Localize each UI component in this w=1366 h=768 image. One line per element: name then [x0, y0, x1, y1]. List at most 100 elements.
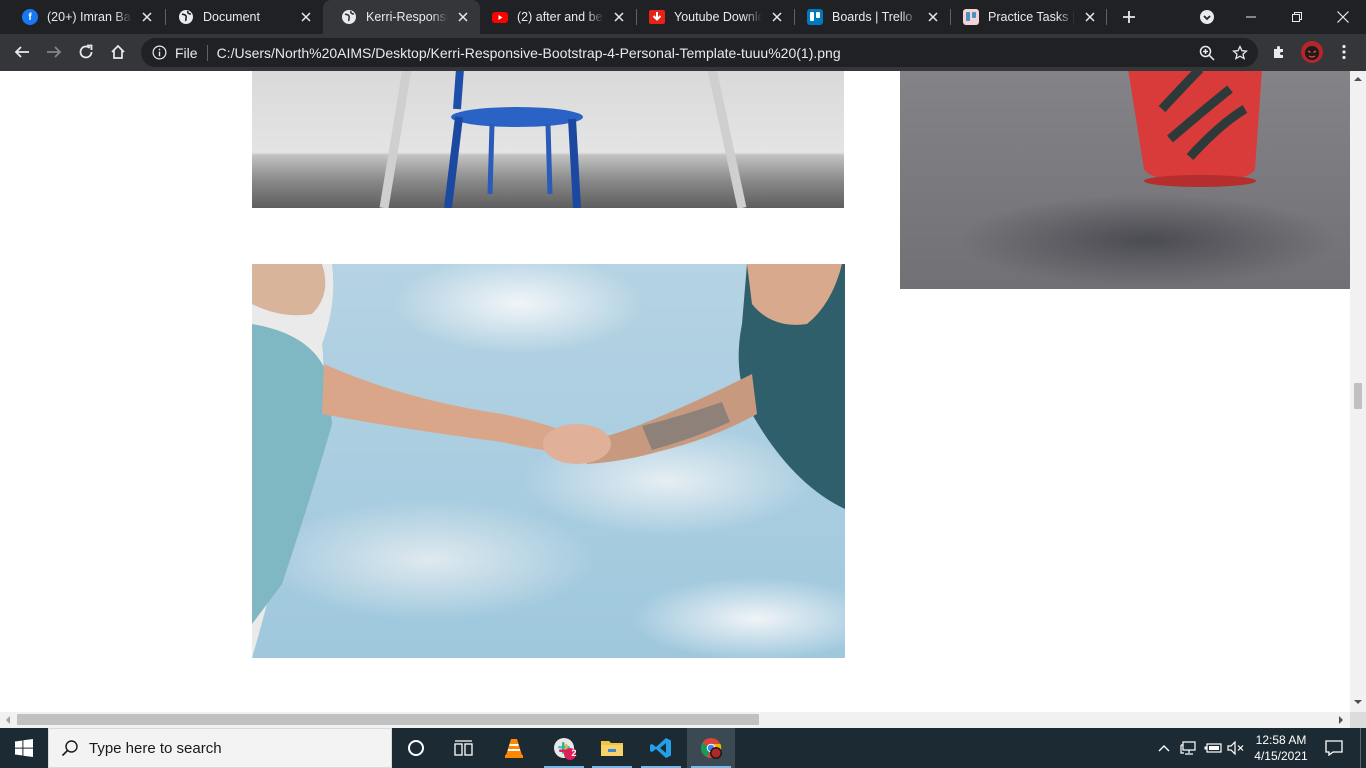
action-center-button[interactable]	[1318, 728, 1350, 768]
youtube-icon	[492, 9, 508, 25]
vertical-scroll-thumb[interactable]	[1354, 383, 1362, 409]
file-explorer-app[interactable]	[588, 728, 636, 768]
trello-icon	[963, 9, 979, 25]
page-viewport	[0, 71, 1350, 712]
url-text[interactable]: C:/Users/North%20AIMS/Desktop/Kerri-Resp…	[217, 45, 841, 61]
zoom-icon[interactable]	[1198, 44, 1216, 62]
cortana-button[interactable]	[392, 728, 440, 768]
vscode-icon	[650, 738, 671, 758]
tab-title: Boards | Trello	[832, 10, 913, 24]
home-icon	[111, 44, 125, 59]
search-icon	[61, 740, 78, 757]
battery-icon	[1204, 743, 1222, 753]
chrome-app[interactable]	[687, 728, 735, 768]
tab-youtube-downloader[interactable]: Youtube Downloa	[631, 0, 794, 34]
slack-app[interactable]: 2	[540, 728, 588, 768]
close-icon[interactable]	[138, 8, 156, 26]
globe-icon	[178, 9, 194, 25]
show-desktop-button[interactable]	[1360, 728, 1366, 768]
vlc-app[interactable]	[490, 728, 538, 768]
horizontal-scrollbar[interactable]	[0, 712, 1350, 728]
volume-control[interactable]	[1226, 728, 1246, 768]
tab-search-button[interactable]	[1184, 0, 1230, 34]
tab-strip: f (20+) Imran Baith Document Kerri-Respo…	[0, 0, 1366, 34]
scroll-down-arrow-icon[interactable]	[1354, 698, 1362, 706]
handshake-illustration	[252, 264, 845, 658]
task-view-icon	[454, 740, 473, 756]
network-icon	[1180, 741, 1196, 755]
cortana-icon	[408, 740, 424, 756]
extensions-button[interactable]	[1265, 38, 1293, 66]
notification-icon	[1325, 740, 1343, 756]
tab-title: Kerri-Responsive-	[366, 10, 448, 24]
chrome-icon	[701, 738, 722, 759]
search-placeholder: Type here to search	[89, 739, 222, 757]
close-window-button[interactable]	[1320, 0, 1366, 34]
reload-button[interactable]	[72, 38, 100, 66]
browser-toolbar: File C:/Users/North%20AIMS/Desktop/Kerri…	[0, 34, 1366, 71]
profile-avatar[interactable]	[1298, 38, 1326, 66]
minimize-icon	[1246, 16, 1256, 18]
avatar-icon	[1301, 41, 1323, 63]
horizontal-scroll-thumb[interactable]	[17, 714, 759, 725]
scroll-up-arrow-icon[interactable]	[1354, 75, 1362, 83]
start-button[interactable]	[0, 728, 48, 768]
restore-button[interactable]	[1274, 0, 1320, 34]
clock-date: 4/15/2021	[1254, 749, 1308, 763]
windows-logo-icon	[15, 739, 33, 757]
chair-illustration	[379, 71, 747, 208]
system-clock[interactable]: 12:58 AM 4/15/2021	[1250, 732, 1312, 764]
kebab-menu-icon	[1342, 44, 1346, 60]
tab-title: (20+) Imran Baith	[47, 10, 132, 24]
new-tab-button[interactable]	[1118, 6, 1140, 28]
home-button[interactable]	[104, 38, 132, 66]
tab-facebook[interactable]: f (20+) Imran Baith	[4, 0, 164, 34]
forward-button[interactable]	[40, 38, 68, 66]
slack-badge: 2	[571, 748, 577, 758]
minimize-button[interactable]	[1228, 0, 1274, 34]
scheme-label: File	[175, 44, 198, 61]
taskbar-search-box[interactable]: Type here to search	[48, 728, 392, 768]
scroll-right-arrow-icon[interactable]	[1337, 716, 1345, 724]
address-bar[interactable]: File C:/Users/North%20AIMS/Desktop/Kerri…	[141, 38, 1258, 67]
trello-icon	[807, 9, 823, 25]
bookmark-star-icon[interactable]	[1231, 44, 1249, 62]
tab-practice-tasks[interactable]: Practice Tasks | Tr	[945, 0, 1107, 34]
close-icon[interactable]	[297, 8, 315, 26]
plus-icon	[1123, 11, 1135, 23]
back-button[interactable]	[8, 38, 36, 66]
menu-button[interactable]	[1330, 38, 1358, 66]
close-icon[interactable]	[610, 8, 628, 26]
tab-document[interactable]: Document	[160, 0, 323, 34]
volume-muted-icon	[1227, 741, 1244, 755]
tab-trello-boards[interactable]: Boards | Trello	[789, 0, 950, 34]
download-icon	[649, 9, 665, 25]
scroll-left-arrow-icon[interactable]	[4, 716, 12, 724]
cup-illustration	[1128, 71, 1262, 187]
globe-icon	[341, 9, 357, 25]
tab-title: Practice Tasks | Tr	[988, 10, 1075, 24]
battery-status[interactable]	[1202, 728, 1224, 768]
info-icon[interactable]	[151, 45, 167, 61]
tab-separator	[1106, 9, 1107, 25]
vscode-app[interactable]	[637, 728, 685, 768]
close-icon[interactable]	[768, 8, 786, 26]
close-icon[interactable]	[1081, 8, 1099, 26]
tab-kerri-responsive[interactable]: Kerri-Responsive-	[323, 0, 480, 34]
reload-icon	[79, 44, 93, 59]
task-view-button[interactable]	[440, 728, 488, 768]
handshake-photo	[252, 264, 845, 658]
facebook-icon: f	[22, 9, 38, 25]
clock-time: 12:58 AM	[1255, 733, 1307, 747]
tab-youtube-video[interactable]: (2) after and befo	[474, 0, 636, 34]
close-icon	[1337, 11, 1349, 23]
show-hidden-icons-button[interactable]	[1154, 728, 1174, 768]
chair-photo	[252, 71, 844, 208]
close-icon[interactable]	[454, 8, 472, 26]
close-icon[interactable]	[924, 8, 942, 26]
address-divider	[206, 44, 208, 61]
tab-title: (2) after and befo	[517, 10, 604, 24]
restore-icon	[1292, 12, 1302, 22]
vertical-scrollbar[interactable]	[1350, 71, 1366, 712]
network-status[interactable]	[1178, 728, 1200, 768]
